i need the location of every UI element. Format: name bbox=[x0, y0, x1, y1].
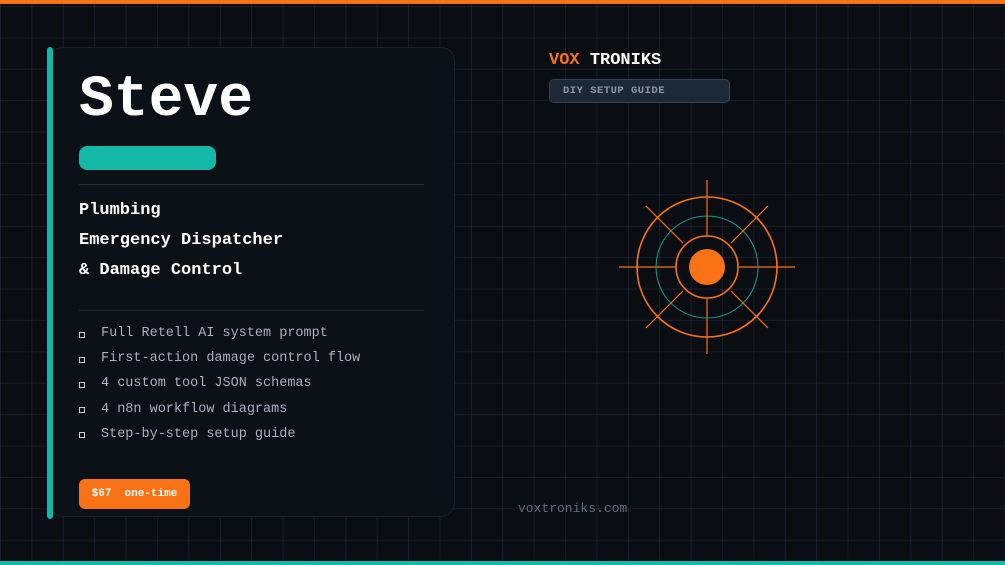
square-bullet-icon bbox=[79, 407, 85, 414]
price-amount: $67 bbox=[91, 488, 112, 500]
crosshair-target-icon bbox=[619, 180, 795, 354]
square-bullet-icon bbox=[79, 432, 85, 439]
square-bullet-icon bbox=[79, 331, 85, 338]
bottom-accent-bar bbox=[0, 561, 1005, 565]
site-url: voxtroniks.com bbox=[518, 501, 628, 516]
divider bbox=[79, 184, 424, 185]
divider bbox=[79, 310, 424, 311]
list-item: First-action damage control flow bbox=[79, 346, 360, 371]
feature-text: First-action damage control flow bbox=[101, 351, 361, 367]
name-underline-bar bbox=[79, 146, 216, 170]
feature-text: 4 n8n workflow diagrams bbox=[101, 401, 288, 417]
list-item: 4 n8n workflow diagrams bbox=[79, 397, 360, 422]
role-line-3: & Damage Control bbox=[79, 261, 243, 280]
agent-name: Steve bbox=[79, 68, 254, 133]
card-accent-bar bbox=[47, 47, 53, 519]
feature-text: 4 custom tool JSON schemas bbox=[101, 376, 312, 392]
square-bullet-icon bbox=[79, 356, 85, 363]
brand-vox: VOX bbox=[549, 51, 580, 70]
agent-role: Plumbing Emergency Dispatcher & Damage C… bbox=[79, 196, 283, 286]
price-note: one-time bbox=[124, 488, 178, 500]
brand-logo: VOX TRONIKS bbox=[549, 50, 661, 72]
role-line-2: Emergency Dispatcher bbox=[79, 231, 284, 250]
product-card: Steve Plumbing Emergency Dispatcher & Da… bbox=[49, 47, 455, 517]
role-line-1: Plumbing bbox=[79, 201, 161, 220]
price-button[interactable]: $67 one-time bbox=[79, 479, 190, 509]
square-bullet-icon bbox=[79, 381, 85, 388]
list-item: 4 custom tool JSON schemas bbox=[79, 371, 360, 396]
brand-troniks: TRONIKS bbox=[589, 51, 662, 70]
top-accent-bar bbox=[0, 0, 1005, 4]
feature-text: Full Retell AI system prompt bbox=[101, 326, 328, 342]
guide-badge: DIY SETUP GUIDE bbox=[549, 79, 730, 103]
feature-text: Step-by-step setup guide bbox=[101, 426, 296, 442]
feature-list: Full Retell AI system prompt First-actio… bbox=[79, 321, 360, 447]
list-item: Full Retell AI system prompt bbox=[79, 321, 360, 346]
list-item: Step-by-step setup guide bbox=[79, 422, 360, 447]
